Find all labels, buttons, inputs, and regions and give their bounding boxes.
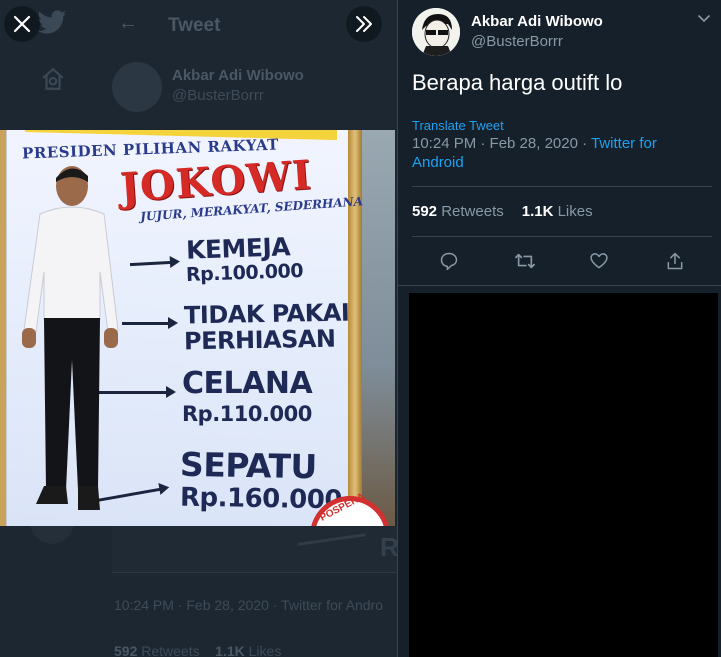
background-retweets-count: 592 (114, 643, 138, 657)
background-author-name: Akbar Adi Wibowo (172, 67, 304, 84)
background-banner-letter: R (380, 532, 399, 562)
reply-area-blank (409, 293, 718, 657)
banner-item1-price: Rp.100.000 (185, 259, 304, 287)
divider (412, 186, 712, 187)
background-stats: 592 Retweets 1.1K Likes (114, 643, 281, 657)
retweets-label: Retweets (441, 203, 504, 220)
translate-tweet-link[interactable]: Translate Tweet (412, 118, 504, 133)
background-retweets-label: Retweets (141, 643, 200, 657)
background-timestamp: 10:24 PM · Feb 28, 2020 · Twitter for An… (114, 597, 383, 613)
likes-label: Likes (557, 203, 593, 220)
banner-item2-line2: PERHIASAN (183, 324, 336, 356)
chevron-down-icon[interactable] (696, 10, 712, 26)
retweets-count: 592 (412, 203, 438, 220)
author-avatar[interactable] (412, 8, 460, 56)
tweet-meta: 10:24 PM · Feb 28, 2020 · Twitter for An… (412, 134, 702, 172)
banner-item3-title: CELANA (182, 366, 313, 401)
retweet-button[interactable] (512, 248, 538, 274)
home-icon (42, 67, 64, 90)
chevrons-right-icon (356, 16, 372, 32)
author-name[interactable]: Akbar Adi Wibowo (471, 13, 603, 30)
back-arrow-icon: ← (118, 12, 138, 34)
retweet-icon (515, 253, 535, 269)
background-likes-label: Likes (248, 643, 282, 657)
close-icon (13, 15, 31, 33)
reply-button[interactable] (436, 248, 462, 274)
twitter-bird-icon (37, 10, 67, 34)
share-icon (667, 252, 683, 270)
background-divider (112, 572, 397, 573)
tweet-actions (412, 248, 712, 276)
banner-person-figure (22, 166, 119, 510)
like-icon (590, 253, 608, 269)
tweet-detail-panel: Akbar Adi Wibowo @BusterBorrr Berapa har… (397, 0, 721, 657)
retweets-stat[interactable]: 592 Retweets (412, 203, 504, 220)
background-page-title: Tweet (168, 15, 221, 36)
background-header: ← Tweet (0, 0, 397, 52)
like-button[interactable] (586, 248, 612, 274)
photo-wall (362, 130, 395, 526)
background-banner-arrow (298, 533, 366, 546)
expand-button[interactable] (346, 6, 382, 42)
background-author-handle: @BusterBorrr (172, 87, 264, 104)
background-photo-preview: R (112, 526, 399, 572)
share-button[interactable] (662, 248, 688, 274)
tweet-photo[interactable]: PRESIDEN PILIHAN RAKYAT JOKOWI JUJUR, ME… (0, 130, 395, 526)
author-handle[interactable]: @BusterBorrr (471, 33, 563, 50)
tweet-stats: 592 Retweets 1.1K Likes (412, 203, 593, 220)
likes-stat[interactable]: 1.1K Likes (522, 203, 593, 220)
tweet-text: Berapa harga outift lo (412, 70, 623, 95)
likes-count: 1.1K (521, 203, 554, 220)
tweet-timestamp[interactable]: 10:24 PM · Feb 28, 2020 · (412, 135, 591, 152)
divider (412, 236, 712, 237)
reply-icon (440, 252, 458, 271)
banner-item3-price: Rp.110.000 (182, 402, 312, 426)
background-avatar (112, 62, 162, 112)
media-viewer: ← Tweet Akbar Adi Wibowo @BusterBorrr R … (0, 0, 721, 657)
author-avatar-image (412, 8, 460, 56)
background-likes-count: 1.1K (215, 643, 245, 657)
divider (398, 285, 721, 286)
banner-item4-title: SEPATU (179, 444, 318, 487)
close-button[interactable] (4, 6, 40, 42)
banner-pole-right (348, 130, 362, 526)
